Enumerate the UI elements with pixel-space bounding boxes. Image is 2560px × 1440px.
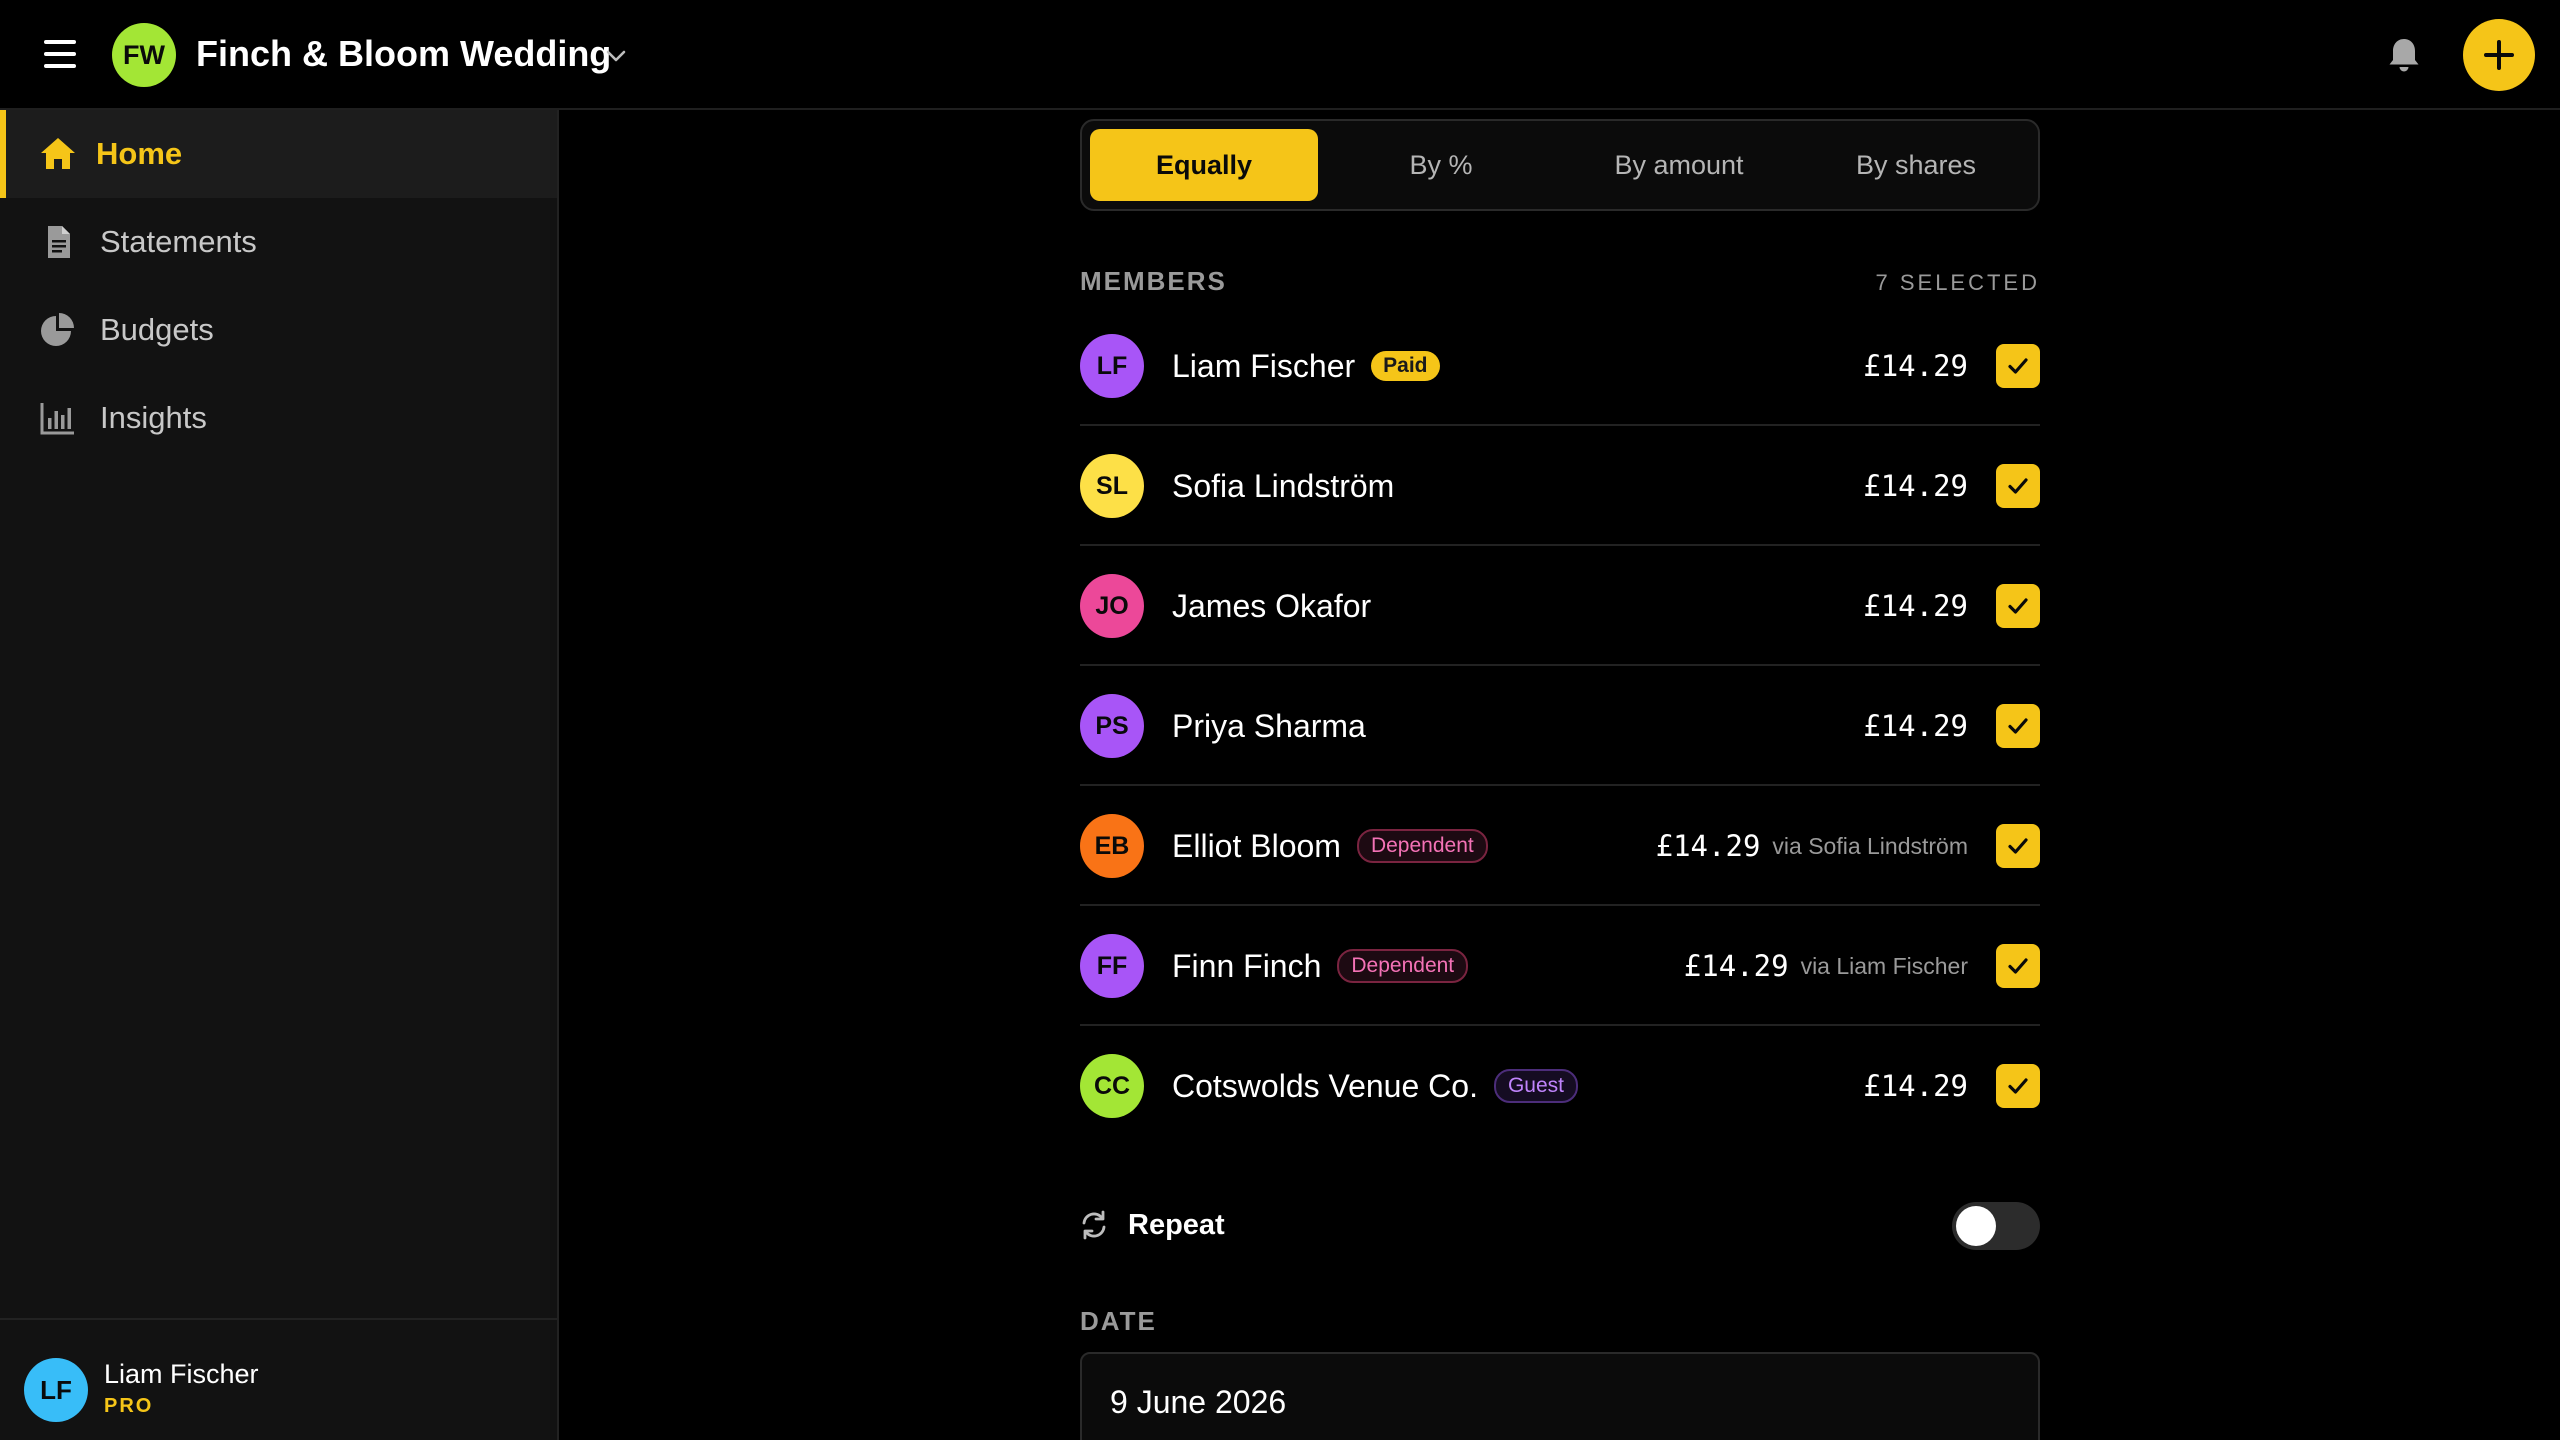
check-icon (2008, 598, 2028, 614)
paid-via-label: via Sofia Lindström (1772, 832, 1968, 859)
date-field[interactable]: 9 June 2026 (1080, 1352, 2040, 1440)
member-row[interactable]: FF Finn Finch Dependent £14.29 via Liam … (1080, 906, 2040, 1026)
member-checkbox[interactable] (1996, 1064, 2040, 1108)
dependent-badge: Dependent (1337, 949, 1469, 983)
sidebar-item-label: Budgets (100, 312, 214, 347)
member-name: James Okafor (1172, 587, 1372, 624)
split-equally-button[interactable]: Equally (1090, 129, 1318, 201)
member-amount: £14.29 (1655, 829, 1761, 863)
member-name: Elliot Bloom (1172, 827, 1341, 864)
guest-badge: Guest (1493, 1069, 1578, 1103)
plus-icon (2484, 40, 2514, 70)
split-percent-button[interactable]: By % (1327, 129, 1555, 201)
check-icon (2008, 358, 2028, 374)
split-form: Equally By % By amount By shares MEMBERS… (1080, 110, 2040, 1440)
sidebar-item-insights[interactable]: Insights (0, 374, 557, 462)
member-amount: £14.29 (1863, 589, 1968, 623)
member-checkbox[interactable] (1996, 584, 2040, 628)
dependent-badge: Dependent (1356, 829, 1488, 863)
user-name: Liam Fischer (104, 1359, 259, 1389)
member-row[interactable]: CC Cotswolds Venue Co. Guest £14.29 (1080, 1026, 2040, 1146)
workspace-avatar[interactable]: FW (112, 23, 176, 87)
avatar: SL (1080, 454, 1144, 518)
member-name: Finn Finch (1172, 947, 1322, 984)
check-icon (2008, 1078, 2028, 1094)
check-icon (2008, 718, 2028, 734)
bar-chart-icon (40, 403, 74, 435)
member-checkbox[interactable] (1996, 464, 2040, 508)
home-icon (41, 138, 75, 169)
paid-badge: Paid (1371, 351, 1440, 381)
member-amount: £14.29 (1863, 1069, 1968, 1103)
avatar[interactable]: LF (24, 1358, 88, 1422)
chevron-down-icon[interactable] (604, 44, 628, 68)
avatar: LF (1080, 334, 1144, 398)
member-row[interactable]: LF Liam Fischer Paid £14.29 (1080, 306, 2040, 426)
workspace-title[interactable]: Finch & Bloom Wedding (196, 32, 611, 76)
user-profile[interactable]: LF Liam Fischer PRO (0, 1318, 557, 1440)
avatar: PS (1080, 694, 1144, 758)
member-amount: £14.29 (1863, 709, 1968, 743)
member-row[interactable]: EB Elliot Bloom Dependent £14.29 via Sof… (1080, 786, 2040, 906)
bell-icon[interactable] (2386, 36, 2422, 74)
member-checkbox[interactable] (1996, 704, 2040, 748)
split-shares-button[interactable]: By shares (1802, 129, 2030, 201)
repeat-toggle[interactable] (1952, 1202, 2040, 1250)
split-method-selector: Equally By % By amount By shares (1080, 119, 2040, 211)
member-row[interactable]: PS Priya Sharma £14.29 (1080, 666, 2040, 786)
member-name: Liam Fischer (1172, 347, 1356, 384)
check-icon (2008, 478, 2028, 494)
members-heading: MEMBERS (1080, 266, 1227, 296)
sidebar-item-statements[interactable]: Statements (0, 198, 557, 286)
member-checkbox[interactable] (1996, 944, 2040, 988)
member-amount: £14.29 (1863, 349, 1968, 383)
repeat-label: Repeat (1128, 1209, 1225, 1241)
check-icon (2008, 838, 2028, 854)
top-bar: FW Finch & Bloom Wedding (0, 0, 2560, 110)
member-checkbox[interactable] (1996, 344, 2040, 388)
add-button[interactable] (2463, 19, 2535, 91)
sidebar-item-home[interactable]: Home (0, 110, 557, 198)
paid-via-label: via Liam Fischer (1800, 952, 1968, 979)
avatar: CC (1080, 1054, 1144, 1118)
sidebar-item-label: Insights (100, 400, 207, 435)
member-amount: £14.29 (1863, 469, 1968, 503)
member-row[interactable]: JO James Okafor £14.29 (1080, 546, 2040, 666)
member-name: Sofia Lindström (1172, 467, 1395, 504)
avatar: EB (1080, 814, 1144, 878)
member-checkbox[interactable] (1996, 824, 2040, 868)
split-amount-button[interactable]: By amount (1565, 129, 1793, 201)
sidebar-item-label: Home (96, 136, 183, 171)
sidebar-item-budgets[interactable]: Budgets (0, 286, 557, 374)
menu-icon[interactable] (44, 40, 76, 68)
avatar: FF (1080, 934, 1144, 998)
sidebar: Home Statements Budgets Insights LF Liam (0, 110, 559, 1440)
member-amount: £14.29 (1683, 949, 1789, 983)
avatar: JO (1080, 574, 1144, 638)
repeat-icon (1082, 1210, 1106, 1240)
member-name: Priya Sharma (1172, 707, 1366, 744)
date-heading: DATE (1080, 1306, 1157, 1336)
member-row[interactable]: SL Sofia Lindström £14.29 (1080, 426, 2040, 546)
plan-badge: PRO (104, 1395, 154, 1417)
member-name: Cotswolds Venue Co. (1172, 1067, 1478, 1104)
check-icon (2008, 958, 2028, 974)
selected-count: 7 SELECTED (1875, 270, 2040, 295)
toggle-knob (1956, 1206, 1996, 1246)
pie-chart-icon (41, 313, 74, 346)
document-icon (48, 226, 70, 258)
sidebar-item-label: Statements (100, 224, 257, 259)
